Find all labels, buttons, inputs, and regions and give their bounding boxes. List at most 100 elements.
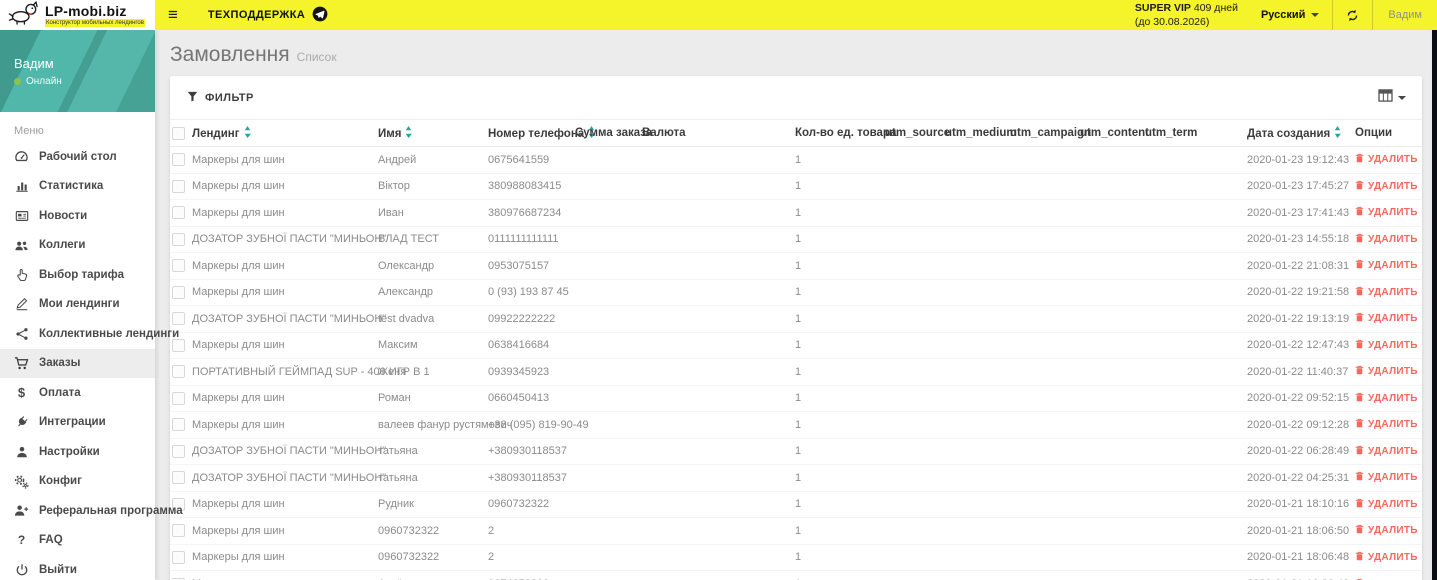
delete-label: УДАЛИТЬ — [1368, 154, 1418, 166]
cell-checkbox — [170, 437, 192, 465]
table-row: ПОРТАТИВНЫЙ ГЕЙМПАД SUP - 400 ИГР В 1 Жен… — [170, 358, 1422, 385]
row-checkbox[interactable] — [172, 259, 185, 273]
telegram-icon[interactable] — [312, 6, 328, 25]
sidebar-item-tariff[interactable]: Выбор тарифа — [0, 260, 155, 290]
trash-icon — [1355, 259, 1364, 272]
support-button[interactable]: ТЕХПОДДЕРЖКА — [208, 0, 328, 30]
row-checkbox[interactable] — [172, 550, 185, 564]
cell-utm_medium — [945, 437, 1010, 465]
logo[interactable]: LP-mobi.biz Конструктор мобильных лендин… — [0, 0, 155, 30]
cell-sum — [575, 172, 642, 200]
column-header-created[interactable]: Дата создания — [1247, 119, 1355, 147]
row-checkbox[interactable] — [172, 153, 185, 167]
sort-icon — [1334, 125, 1342, 141]
hamburger-menu-icon[interactable]: ≡ — [168, 0, 178, 30]
plan-days: 409 дней — [1193, 1, 1238, 14]
cell-phone: 380976687234 — [488, 199, 575, 226]
delete-button[interactable]: УДАЛИТЬ — [1355, 445, 1418, 458]
sidebar-item-dashboard[interactable]: Рабочий стол — [0, 142, 155, 172]
sidebar-item-config[interactable]: Конфиг — [0, 467, 155, 497]
select-all-checkbox[interactable] — [172, 126, 185, 140]
column-header-landing[interactable]: Лендинг — [192, 119, 378, 147]
plan-until: (до 30.08.2026) — [1134, 16, 1210, 28]
sidebar-item-payment[interactable]: $ Оплата — [0, 378, 155, 408]
cell-landing: ДОЗАТОР ЗУБНОЇ ПАСТИ "МИНЬОН" — [192, 305, 386, 332]
row-checkbox[interactable] — [172, 285, 185, 299]
topbar-username[interactable]: Вадим — [1373, 0, 1437, 30]
sidebar-item-collective-landings[interactable]: Коллективные лендинги — [0, 319, 179, 349]
cell-name: Максим — [378, 331, 488, 359]
delete-button[interactable]: УДАЛИТЬ — [1355, 206, 1418, 219]
sidebar-item-referral[interactable]: Реферальная программа — [0, 496, 183, 526]
column-visibility-button[interactable] — [1378, 88, 1406, 107]
column-header-name[interactable]: Имя — [378, 119, 488, 147]
sidebar-item-colleagues[interactable]: Коллеги — [0, 231, 155, 261]
row-checkbox[interactable] — [172, 232, 185, 246]
delete-button[interactable]: УДАЛИТЬ — [1355, 471, 1418, 484]
row-checkbox[interactable] — [172, 312, 185, 326]
delete-button[interactable]: УДАЛИТЬ — [1355, 339, 1418, 352]
cell-sum — [575, 225, 642, 253]
cell-utm_source — [885, 225, 945, 253]
row-checkbox[interactable] — [172, 391, 185, 405]
delete-button[interactable]: УДАЛИТЬ — [1355, 392, 1418, 405]
row-checkbox[interactable] — [172, 365, 185, 379]
gears-icon — [13, 474, 30, 489]
cell-utm_campaign — [1010, 437, 1080, 465]
cell-utm_campaign — [1010, 358, 1080, 385]
cell-utm_content — [1080, 437, 1145, 465]
delete-button[interactable]: УДАЛИТЬ — [1355, 259, 1418, 272]
language-selector[interactable]: Русский — [1248, 0, 1332, 30]
cell-utm_term — [1145, 384, 1247, 412]
power-icon — [13, 563, 30, 577]
delete-button[interactable]: УДАЛИТЬ — [1355, 418, 1418, 431]
filter-button[interactable]: ФИЛЬТР — [187, 91, 254, 105]
column-header-phone[interactable]: Номер телефона — [488, 119, 596, 147]
row-checkbox[interactable] — [172, 444, 185, 458]
row-checkbox[interactable] — [172, 418, 185, 432]
scrollbar-thumb[interactable] — [1432, 30, 1437, 580]
sidebar-item-statistics[interactable]: Статистика — [0, 172, 155, 202]
cell-landing: Маркеры для шин — [192, 172, 378, 200]
cell-landing: ДОЗАТОР ЗУБНОЇ ПАСТИ "МИНЬОН" — [192, 437, 386, 465]
sidebar-item-news[interactable]: Новости — [0, 201, 155, 231]
table-row: ДОЗАТОР ЗУБНОЇ ПАСТИ "МИНЬОН" татьяна +380… — [170, 464, 1422, 491]
delete-button[interactable]: УДАЛИТЬ — [1355, 551, 1418, 564]
cell-landing: ПОРТАТИВНЫЙ ГЕЙМПАД SUP - 400 ИГР В 1 — [192, 358, 430, 385]
sidebar-item-integrations[interactable]: Интеграции — [0, 408, 155, 438]
delete-button[interactable]: УДАЛИТЬ — [1355, 233, 1418, 246]
row-checkbox[interactable] — [172, 524, 185, 538]
profile-status: Онлайн — [14, 76, 62, 87]
cell-created: 2020-01-21 18:06:50 — [1247, 517, 1355, 544]
sidebar-item-faq[interactable]: ? FAQ — [0, 526, 155, 556]
main-content: Замовлення Список ФИЛЬТР Лендинг Имя Номер … — [155, 30, 1437, 580]
cell-utm_content — [1080, 225, 1145, 253]
delete-button[interactable]: УДАЛИТЬ — [1355, 153, 1418, 166]
cell-options: УДАЛИТЬ — [1355, 199, 1422, 226]
cell-name: Віктор — [378, 172, 488, 200]
delete-button[interactable]: УДАЛИТЬ — [1355, 286, 1418, 299]
delete-button[interactable]: УДАЛИТЬ — [1355, 312, 1418, 325]
row-checkbox[interactable] — [172, 179, 185, 193]
cell-utm_term — [1145, 331, 1247, 359]
sidebar-item-settings[interactable]: Настройки — [0, 437, 155, 467]
cell-phone: 0674653898 — [488, 570, 575, 580]
cell-utm_medium — [945, 384, 1010, 412]
delete-button[interactable]: УДАЛИТЬ — [1355, 524, 1418, 537]
table-row: Маркеры для шин Максим 0638416684 1 2020-01-… — [170, 331, 1422, 359]
cell-options: УДАЛИТЬ — [1355, 252, 1422, 279]
cell-created: 2020-01-22 19:13:19 — [1247, 305, 1355, 332]
row-checkbox[interactable] — [172, 338, 185, 352]
cell-name: Иван — [378, 199, 488, 226]
delete-button[interactable]: УДАЛИТЬ — [1355, 365, 1418, 378]
trash-icon — [1355, 312, 1364, 325]
refresh-button[interactable] — [1333, 0, 1372, 30]
sidebar-item-orders[interactable]: Заказы — [0, 348, 155, 378]
row-checkbox[interactable] — [172, 206, 185, 220]
row-checkbox[interactable] — [172, 471, 185, 485]
delete-button[interactable]: УДАЛИТЬ — [1355, 498, 1418, 511]
sidebar-item-my-landings[interactable]: Мои лендинги — [0, 290, 155, 320]
sidebar-item-logout[interactable]: Выйти — [0, 555, 155, 580]
cell-created: 2020-01-21 16:33:42 — [1247, 570, 1355, 580]
delete-button[interactable]: УДАЛИТЬ — [1355, 180, 1418, 193]
